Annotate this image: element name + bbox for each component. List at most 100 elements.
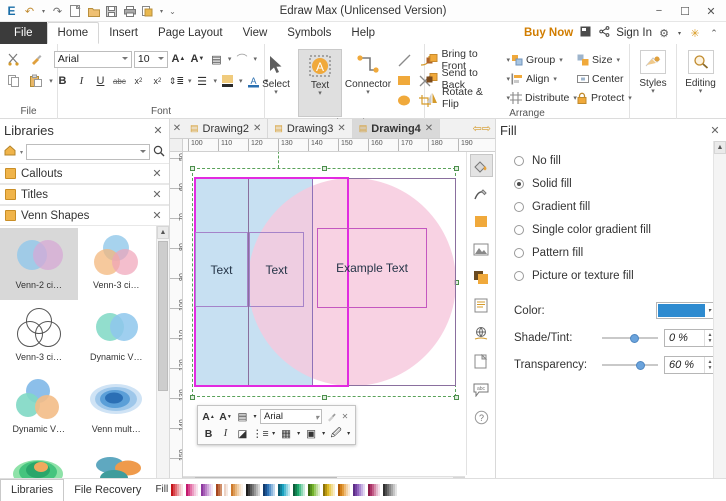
align-dropdown-icon[interactable]: ▾ — [271, 426, 277, 441]
selection-handle-tr[interactable] — [454, 166, 459, 171]
selection-handle-tc[interactable] — [322, 166, 327, 171]
strikethrough-button[interactable]: abc — [111, 72, 128, 90]
editing-dropdown-icon[interactable]: ▾ — [699, 88, 703, 95]
share-icon[interactable] — [597, 26, 611, 40]
close-category-icon[interactable]: ✕ — [150, 188, 164, 201]
library-category-callouts[interactable]: Callouts ✕ — [0, 163, 169, 184]
menu-item-symbols[interactable]: Symbols — [277, 22, 341, 44]
cloud-save-icon[interactable] — [578, 26, 592, 40]
settings-dropdown-icon[interactable]: ▾ — [676, 30, 683, 37]
size-button[interactable]: Size ▾ — [576, 51, 628, 69]
shape-gallery-scrollbar[interactable]: ▲ ▼ — [156, 226, 169, 500]
close-button[interactable]: ✕ — [698, 0, 724, 22]
library-category-titles[interactable]: Titles ✕ — [0, 184, 169, 205]
group-dropdown-icon[interactable]: ▾ — [559, 56, 563, 64]
connector-tool[interactable]: Connector ▾ — [342, 49, 394, 117]
settings-gear-icon[interactable]: ⚙ — [657, 27, 671, 40]
underline-button[interactable]: U — [92, 72, 109, 90]
center-button[interactable]: Center — [576, 70, 628, 88]
bullet-list-dropdown-icon[interactable]: ▾ — [214, 77, 218, 85]
styles-button[interactable]: Styles ▾ — [631, 46, 675, 114]
document-tab-drawing2[interactable]: ▤ Drawing2 ✕ — [184, 119, 269, 138]
shape-item-venn-3-circle-outline[interactable]: Venn-3 ci… — [0, 300, 78, 372]
transparency-slider[interactable] — [602, 358, 658, 372]
text-highlight-dropdown-icon[interactable]: ▾ — [239, 77, 243, 85]
fill-option-gradient-fill[interactable]: Gradient fill — [514, 195, 716, 218]
font-name-combobox[interactable]: Arial ▾ — [260, 409, 322, 424]
document-tab-drawing3[interactable]: ▤ Drawing3 ✕ — [268, 119, 353, 138]
layer-icon[interactable] — [470, 266, 493, 289]
shape-item-venn-2-circle[interactable]: Venn-2 ci… — [0, 228, 78, 300]
styles-dropdown-icon[interactable]: ▾ — [651, 88, 655, 95]
size-dropdown-icon[interactable]: ▾ — [321, 426, 327, 441]
menu-item-page-layout[interactable]: Page Layout — [148, 22, 233, 44]
menu-item-view[interactable]: View — [233, 22, 278, 44]
format-painter-icon[interactable] — [26, 50, 46, 69]
close-libraries-panel-icon[interactable]: ✕ — [151, 124, 165, 137]
fill-icon[interactable] — [469, 154, 493, 177]
increase-font-size-icon[interactable]: A ▲ — [170, 50, 187, 68]
cut-icon[interactable] — [4, 50, 24, 69]
select-tool[interactable]: Select ▾ — [254, 49, 298, 117]
shape-item-dynamic-venn-3[interactable]: Dynamic V… — [0, 372, 78, 444]
picture-icon[interactable] — [470, 238, 493, 261]
page-setup-icon[interactable] — [470, 294, 493, 317]
selection-handle-br[interactable] — [454, 395, 459, 400]
select-tool-dropdown-icon[interactable]: ▾ — [274, 89, 278, 96]
font-name-combobox[interactable]: Arial — [53, 50, 132, 68]
fill-option-single-color-gradient-fill[interactable]: Single color gradient fill — [514, 218, 716, 241]
hyperlink-icon[interactable] — [470, 322, 493, 345]
theme-icon[interactable]: ✳ — [688, 27, 702, 40]
align-icon[interactable]: ⋮≡ — [252, 426, 269, 441]
line-style-icon[interactable] — [470, 182, 493, 205]
close-fill-panel-icon[interactable]: ✕ — [708, 124, 722, 137]
scroll-up-icon[interactable]: ▲ — [714, 141, 726, 154]
line-spacing-icon[interactable]: ⇕≣ — [168, 72, 185, 90]
search-input[interactable] — [26, 144, 150, 160]
editing-button[interactable]: Editing ▾ — [679, 46, 723, 114]
menu-item-help[interactable]: Help — [341, 22, 385, 44]
text-align-icon[interactable]: ▤ — [208, 50, 225, 68]
line-style-dropdown-icon[interactable]: ▾ — [346, 426, 352, 441]
tab-libraries[interactable]: Libraries — [0, 478, 65, 501]
tab-file-recovery[interactable]: File Recovery — [64, 479, 151, 501]
decrease-font-size-icon[interactable]: A ▼ — [189, 50, 206, 68]
document-icon[interactable] — [470, 350, 493, 373]
close-tab-icon[interactable]: ✕ — [253, 123, 261, 134]
shadow-icon[interactable] — [470, 210, 493, 233]
shape-item-venn-multi-blue[interactable]: Venn mult… — [78, 372, 156, 444]
text-tool-dropdown-icon[interactable]: ▾ — [318, 90, 322, 97]
library-category-venn-shapes[interactable]: Venn Shapes ✕ — [0, 205, 169, 226]
text-align-icon[interactable]: ▤ — [235, 409, 250, 424]
close-category-icon[interactable]: ✕ — [150, 209, 164, 222]
copy-icon[interactable] — [4, 72, 24, 91]
text-align-dropdown-icon[interactable]: ▾ — [228, 55, 232, 63]
group-button[interactable]: Group ▾ — [510, 51, 576, 69]
minimize-button[interactable]: − — [646, 0, 672, 22]
rectangle-shape-icon[interactable] — [394, 71, 414, 90]
connector-tool-dropdown-icon[interactable]: ▾ — [366, 89, 370, 96]
text-curve-icon[interactable]: ⌒ — [233, 50, 250, 68]
shape-item-venn-3-circle-warm[interactable]: Venn-3 ci… — [78, 228, 156, 300]
close-tab-icon[interactable]: ✕ — [425, 123, 433, 134]
distribute-button[interactable]: Distribute ▾ — [510, 89, 577, 107]
shade-tint-slider[interactable] — [602, 331, 658, 345]
scroll-up-icon[interactable]: ▲ — [157, 226, 169, 239]
menu-item-file[interactable]: File — [0, 22, 47, 44]
drawing-page[interactable]: Text Text Example Text A ▲ A ▼ ▤ ▾ Arial… — [183, 152, 465, 475]
bold-button[interactable]: B — [201, 426, 216, 441]
fill-option-picture-or-texture-fill[interactable]: Picture or texture fill — [514, 264, 716, 287]
fill-option-solid-fill[interactable]: Solid fill — [514, 172, 716, 195]
increase-font-size-icon[interactable]: A ▲ — [201, 409, 216, 424]
fill-color-icon[interactable]: ◪ — [235, 426, 250, 441]
sign-in-button[interactable]: Sign In — [616, 27, 652, 39]
text-tool[interactable]: A Text ▾ — [298, 49, 342, 117]
selection-handle-bl[interactable] — [190, 395, 195, 400]
bullet-list-icon[interactable]: ☰ — [194, 72, 211, 90]
subscript-button[interactable]: x2 — [130, 72, 147, 90]
fill-option-pattern-fill[interactable]: Pattern fill — [514, 241, 716, 264]
bold-button[interactable]: B — [54, 72, 71, 90]
menu-item-insert[interactable]: Insert — [99, 22, 148, 44]
transparency-stepper[interactable]: 60 % ▲ ▼ — [664, 355, 716, 374]
fill-option-no-fill[interactable]: No fill — [514, 149, 716, 172]
